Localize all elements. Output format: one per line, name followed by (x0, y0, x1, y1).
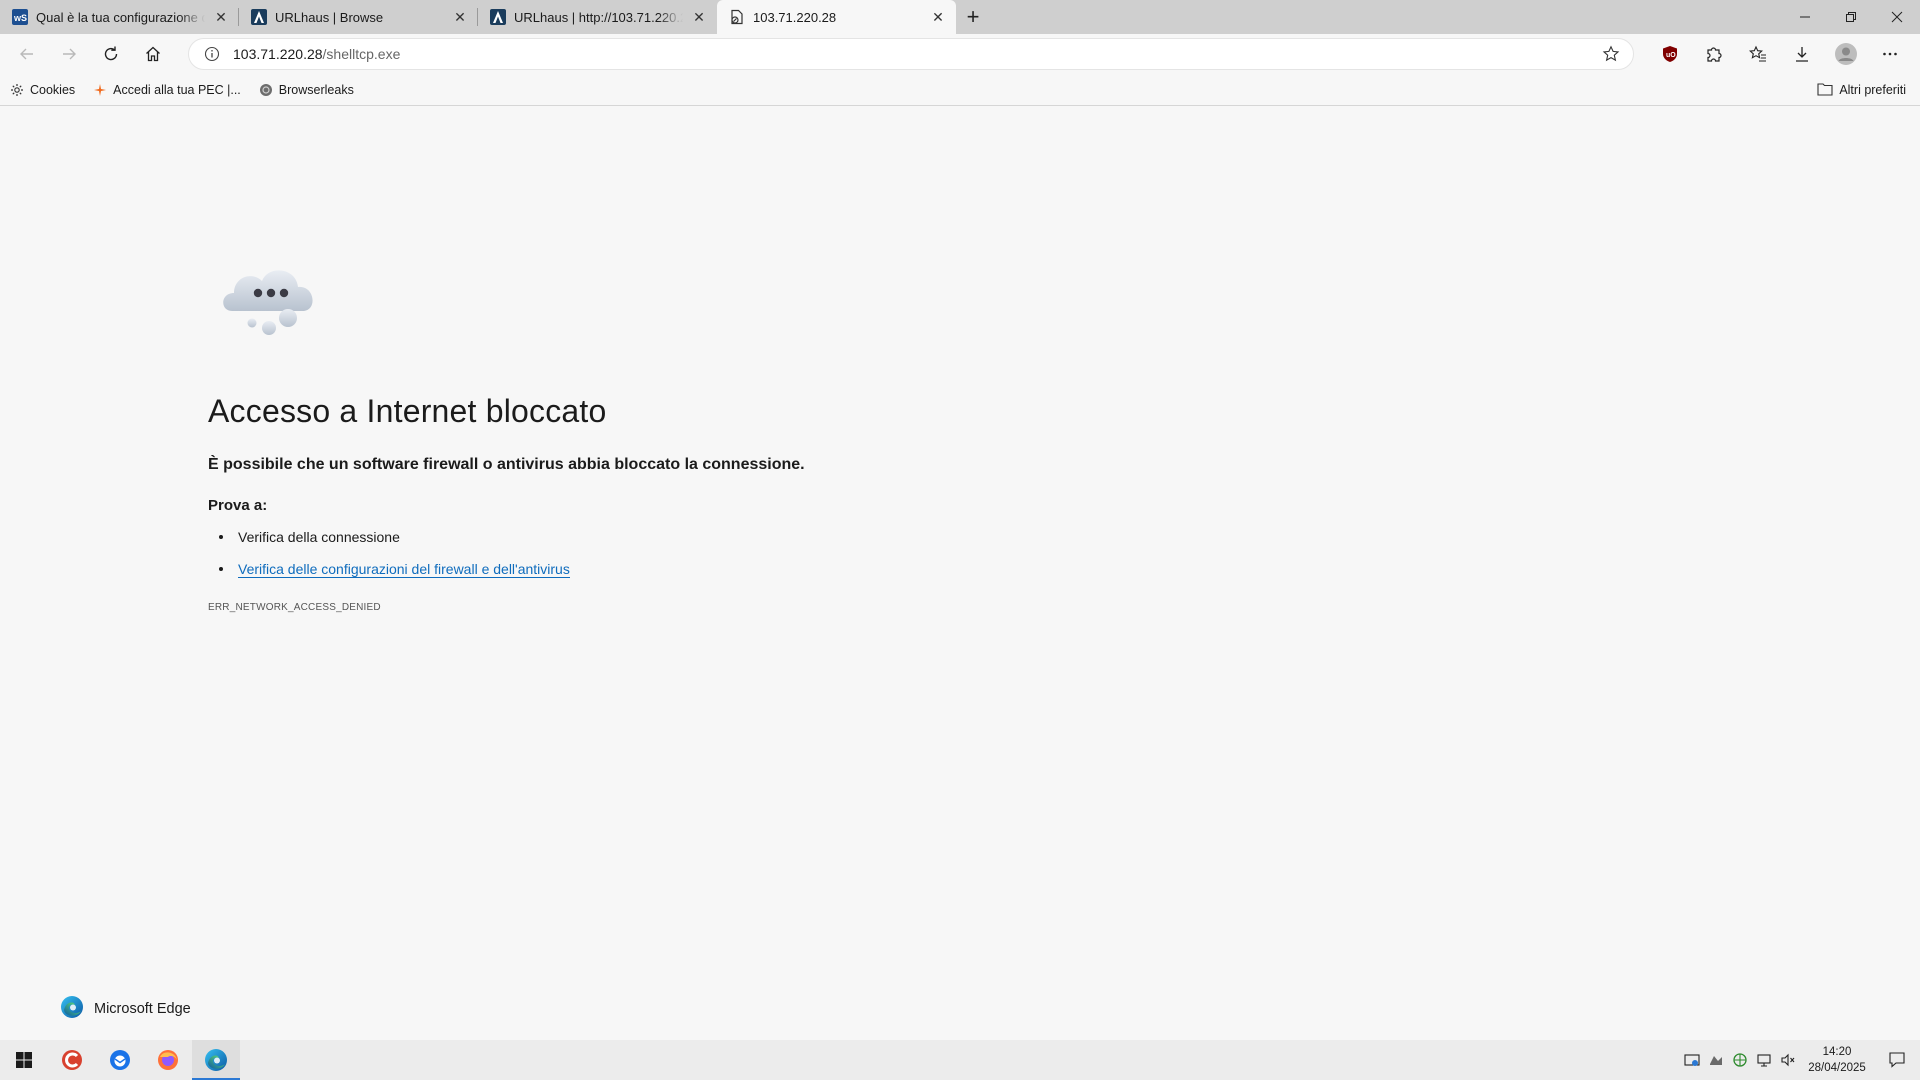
error-code: ERR_NETWORK_ACCESS_DENIED (208, 602, 381, 613)
tab-title: URLhaus | http://103.71.220.28/shelltcp.… (514, 9, 683, 25)
tab-urlhaus-url[interactable]: URLhaus | http://103.71.220.28/shelltcp.… (478, 0, 717, 34)
taskbar-clock[interactable]: 14:20 28/04/2025 (1800, 1044, 1874, 1076)
bookmark-label: Browserleaks (278, 82, 354, 97)
taskbar-app-firefox[interactable] (144, 1040, 192, 1080)
network-shield-icon[interactable] (1728, 1040, 1752, 1080)
close-icon[interactable]: ✕ (691, 9, 707, 25)
tab-security-config[interactable]: wS Qual è la tua configurazione di sicur… (0, 0, 239, 34)
edge-brand-label: Microsoft Edge (94, 1001, 191, 1017)
sparkle-icon (93, 83, 107, 97)
other-favorites[interactable]: Altri preferiti (1817, 74, 1906, 106)
windows-logo-icon (16, 1052, 32, 1068)
bookmark-label: Cookies (30, 82, 76, 97)
tab-title: URLhaus | Browse (275, 9, 384, 25)
windows-taskbar: 14:20 28/04/2025 (0, 1040, 1920, 1080)
firefox-icon (158, 1050, 178, 1070)
browserleaks-icon (259, 83, 273, 97)
suggestions-list: Verifica della connessione Verifica dell… (208, 527, 570, 591)
gear-icon (10, 83, 24, 97)
info-icon[interactable] (203, 45, 221, 63)
tray-app-icon[interactable] (1704, 1040, 1728, 1080)
suggestion-item: Verifica della connessione (208, 527, 570, 559)
toolbar-right: uO (1648, 34, 1920, 74)
suggestion-item: Verifica delle configurazioni del firewa… (208, 559, 570, 591)
thunderbird-icon (110, 1050, 130, 1070)
close-icon[interactable]: ✕ (452, 9, 468, 25)
close-window-button[interactable] (1874, 0, 1920, 34)
url-host: 103.71.220.28 (233, 46, 323, 62)
window-controls (1782, 0, 1920, 34)
edge-icon (205, 1049, 227, 1071)
more-menu-icon[interactable] (1868, 36, 1912, 72)
cloud-illustration-icon (218, 259, 328, 343)
clock-date: 28/04/2025 (1808, 1062, 1866, 1074)
svg-text:uO: uO (1666, 52, 1676, 59)
minimize-button[interactable] (1782, 0, 1828, 34)
tab-title: Qual è la tua configurazione di sicurezz… (36, 9, 205, 25)
restore-button[interactable] (1828, 0, 1874, 34)
taskbar-app-ccleaner[interactable] (48, 1040, 96, 1080)
error-page: Accesso a Internet bloccato È possibile … (0, 107, 1920, 1040)
notification-center-icon[interactable] (1874, 1040, 1920, 1080)
address-bar[interactable]: 103.71.220.28/shelltcp.exe (188, 38, 1634, 70)
system-tray: 14:20 28/04/2025 (1680, 1040, 1920, 1080)
taskbar-app-edge[interactable] (192, 1040, 240, 1080)
volume-muted-icon[interactable] (1776, 1040, 1800, 1080)
network-icon[interactable] (1752, 1040, 1776, 1080)
bookmark-label: Accedi alla tua PEC |... (113, 82, 241, 97)
tab-title: 103.71.220.28 (753, 9, 837, 25)
back-button[interactable] (6, 36, 48, 72)
edge-branding: Microsoft Edge (60, 995, 191, 1023)
bookmark-browserleaks[interactable]: Browserleaks (259, 83, 354, 97)
arrow-left-icon (20, 48, 33, 60)
error-subtitle: È possibile che un software firewall o a… (208, 456, 805, 473)
urlhaus-icon (490, 9, 506, 25)
bookmark-pec[interactable]: Accedi alla tua PEC |... (93, 83, 241, 97)
forward-button[interactable] (48, 36, 90, 72)
downloads-icon[interactable] (1780, 36, 1824, 72)
tab-urlhaus-browse[interactable]: URLhaus | Browse ✕ (239, 0, 478, 34)
favorites-icon[interactable] (1736, 36, 1780, 72)
security-center-icon[interactable] (1680, 1040, 1704, 1080)
bookmark-cookies[interactable]: Cookies (10, 83, 75, 97)
edge-logo-icon (60, 995, 84, 1023)
tab-strip: wS Qual è la tua configurazione di sicur… (0, 0, 1920, 34)
try-label: Prova a: (208, 497, 268, 514)
new-tab-button[interactable]: + (956, 0, 990, 34)
favorites-bar: Cookies Accedi alla tua PEC |... Browser… (0, 74, 1920, 106)
close-icon[interactable]: ✕ (930, 9, 946, 25)
page-error-icon (729, 9, 745, 25)
ccleaner-icon (62, 1050, 82, 1070)
refresh-button[interactable] (90, 36, 132, 72)
tab-active-error[interactable]: 103.71.220.28 ✕ (717, 0, 956, 34)
favorite-star-icon[interactable] (1599, 45, 1623, 63)
error-title: Accesso a Internet bloccato (208, 393, 607, 429)
home-button[interactable] (132, 36, 174, 72)
arrow-right-icon (63, 48, 76, 60)
firewall-settings-link[interactable]: Verifica delle configurazioni del firewa… (238, 561, 570, 578)
suggestion-text: Verifica della connessione (238, 529, 400, 545)
close-icon[interactable]: ✕ (213, 9, 229, 25)
home-icon (146, 46, 160, 62)
profile-avatar-icon[interactable] (1824, 36, 1868, 72)
extensions-icon[interactable] (1692, 36, 1736, 72)
taskbar-app-thunderbird[interactable] (96, 1040, 144, 1080)
browser-toolbar: 103.71.220.28/shelltcp.exe uO (0, 34, 1920, 74)
clock-time: 14:20 (1822, 1046, 1852, 1058)
start-button[interactable] (0, 1040, 48, 1080)
ublock-icon[interactable]: uO (1648, 36, 1692, 72)
url-path: /shelltcp.exe (322, 46, 401, 62)
other-favorites-label: Altri preferiti (1839, 83, 1906, 97)
folder-icon (1817, 82, 1833, 99)
ws-icon: wS (12, 9, 28, 25)
svg-text:wS: wS (13, 13, 27, 23)
refresh-icon (104, 46, 118, 61)
urlhaus-icon (251, 9, 267, 25)
